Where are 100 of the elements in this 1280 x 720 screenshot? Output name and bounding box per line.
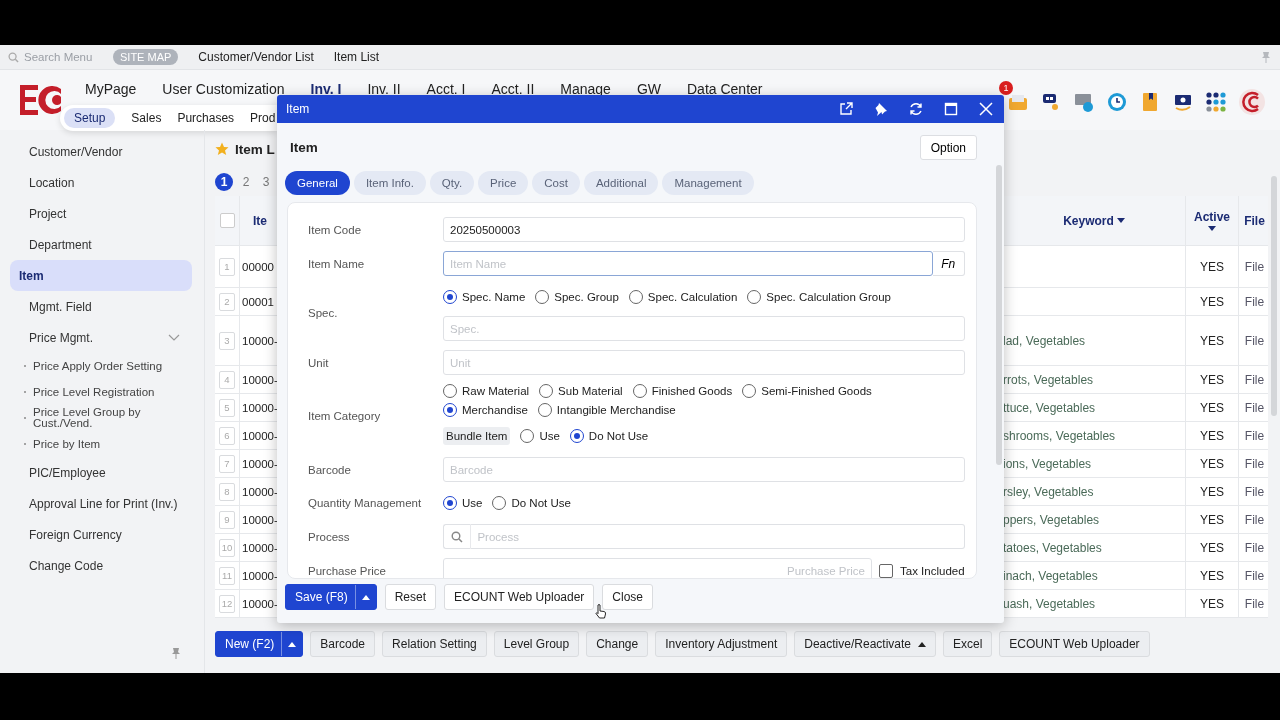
radio-button[interactable] [443,384,457,398]
file-link[interactable]: File [1239,506,1270,533]
menu-item[interactable]: Data Center [687,81,763,97]
radio-button[interactable] [443,403,457,417]
search-field[interactable]: Search Menu [24,51,104,63]
logo-icon[interactable] [1238,88,1266,116]
sidebar-item[interactable]: Customer/Vendor [10,136,192,167]
file-link[interactable]: File [1239,590,1270,617]
page-number[interactable]: 3 [259,173,273,191]
sidebar-item[interactable]: Department [10,229,192,260]
popout-button[interactable] [838,101,854,117]
file-link[interactable]: File [1239,246,1270,287]
search-icon[interactable] [451,530,464,543]
file-link[interactable]: File [1239,534,1270,561]
tab[interactable]: Price [478,171,529,195]
toolbar-button[interactable]: Level Group [493,631,580,657]
radio-button[interactable] [569,429,584,443]
toolbar-button[interactable]: ECOUNT Web Uploader [999,631,1150,657]
file-link[interactable]: File [1239,478,1270,505]
column-header[interactable]: Ite [240,196,278,245]
file-link[interactable]: File [1239,422,1270,449]
sidebar-item[interactable]: Project [10,198,192,229]
radio-button[interactable] [520,429,535,443]
split-button[interactable]: Save (F8) [285,584,377,610]
toolbar-button[interactable]: Reset [384,584,437,610]
pin-icon[interactable] [170,647,182,659]
submenu-item[interactable]: Purchases [177,108,235,128]
sidebar-item[interactable]: Approval Line for Print (Inv.) [10,488,192,519]
file-link[interactable]: File [1239,562,1270,589]
file-link[interactable]: File [1239,316,1270,365]
dropdown-button[interactable]: Deactive/Reactivate [794,631,936,657]
sort-caret-icon[interactable] [1208,226,1216,231]
function-button[interactable]: Fn [932,251,965,276]
file-link[interactable]: File [1239,394,1270,421]
chevron-icon[interactable] [168,333,180,342]
tab[interactable]: Qty. [429,171,475,195]
tab[interactable]: Management [662,171,754,195]
input-field[interactable]: Item Name [443,251,933,276]
radio-button[interactable] [747,290,762,304]
split-button[interactable]: New (F2) [215,631,304,657]
file-link[interactable]: File [1239,288,1270,315]
toolbar-button[interactable]: ECOUNT Web Uploader [444,584,595,610]
menu-item[interactable]: Acct. II [491,81,535,97]
toolbar-button[interactable]: Close [602,584,653,610]
radio-button[interactable] [443,290,457,304]
page-number[interactable]: 2 [239,173,253,191]
radio-button[interactable] [492,496,507,510]
clock-icon[interactable] [1106,91,1128,113]
submenu-item[interactable]: Prod [250,108,276,128]
star-icon[interactable] [215,142,229,156]
radio-button[interactable] [632,384,647,398]
radio-button[interactable] [537,403,552,417]
toolbar-button[interactable]: Relation Setting [382,631,487,657]
submenu-item[interactable]: Setup [64,108,116,128]
radio-button[interactable] [539,384,554,398]
sidebar-subitem[interactable]: Price Level Group by Cust./Vend. [33,407,173,429]
page-number[interactable]: 1 [215,173,233,191]
menu-item[interactable]: Acct. I [426,81,466,97]
radio-button[interactable] [535,290,550,304]
radio-button[interactable] [628,290,643,304]
tab[interactable]: Additional [583,171,659,195]
menu-item[interactable]: GW [636,81,661,97]
sidebar-subitem[interactable]: Price by Item [33,438,173,450]
tab[interactable]: Cost [532,171,580,195]
column-header[interactable]: File [1239,196,1270,245]
open-tab[interactable]: Customer/Vendor List [198,50,314,64]
sidebar-subitem[interactable]: Price Apply Order Setting [33,360,173,372]
logo[interactable] [20,83,62,117]
sidebar-item[interactable]: PIC/Employee [10,457,192,488]
checkbox[interactable] [879,563,893,578]
column-header[interactable]: Active [1186,196,1239,245]
toolbar-button[interactable]: Change [586,631,649,657]
menu-item[interactable]: Inv. II [367,81,401,97]
menu-item[interactable]: Inv. I [310,81,342,97]
toolbar-button[interactable]: Excel [943,631,993,657]
sidebar-item[interactable]: Mgmt. Field [10,291,192,322]
search-button[interactable] [443,524,472,549]
radio-button[interactable] [443,496,457,510]
tab[interactable]: General [285,171,350,195]
tab[interactable]: Item Info. [353,171,426,195]
sidebar-item[interactable]: Item [10,260,192,291]
sidebar-item[interactable]: Location [10,167,192,198]
input-field[interactable]: 20250500003 [443,217,965,242]
file-link[interactable]: File [1239,450,1270,477]
menu-item[interactable]: Manage [560,81,611,97]
sidebar-item[interactable]: Foreign Currency [10,519,192,550]
menu-item[interactable]: User Customization [162,81,285,97]
apps-icon[interactable] [1205,91,1227,113]
sidebar-subitem[interactable]: Price Level Registration [33,386,173,398]
maximize-button[interactable] [943,101,959,117]
menu-item[interactable]: MyPage [85,81,137,97]
submenu-item[interactable]: Sales [131,108,162,128]
sort-caret-icon[interactable] [1116,218,1125,223]
option-button[interactable]: Option [919,135,977,160]
sidebar-item[interactable]: Change Code [10,550,192,581]
scrollbar[interactable] [1271,176,1277,416]
monitor-icon[interactable] [1073,91,1095,113]
toolbar-button[interactable]: Inventory Adjustment [655,631,788,657]
pin-button[interactable] [873,101,889,117]
scrollbar[interactable] [996,165,1002,465]
